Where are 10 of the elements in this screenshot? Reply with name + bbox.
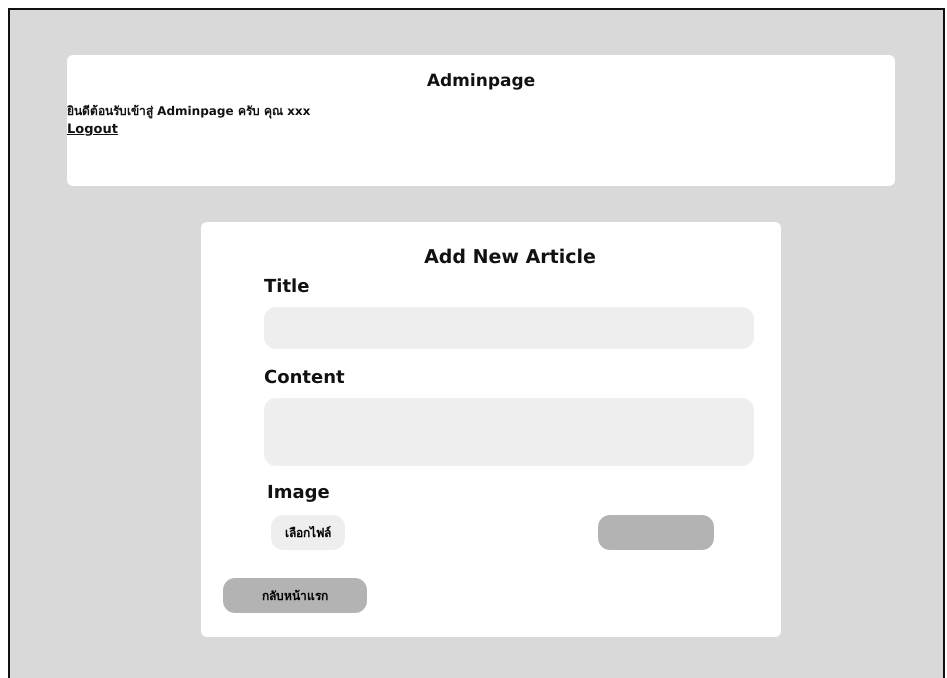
- blank-button[interactable]: [598, 515, 714, 550]
- welcome-text: ยินดีต้อนรับเข้าสู่ Adminpage ครับ คุณ xxx: [67, 103, 312, 120]
- choose-file-button[interactable]: เลือกไฟล์: [271, 515, 345, 550]
- field-label: Title: [264, 276, 310, 297]
- field-label: Content: [264, 367, 346, 388]
- field-label: Image: [267, 482, 331, 503]
- form-heading: Add New Article: [423, 246, 597, 268]
- logout-link[interactable]: Logout: [67, 122, 118, 137]
- back-button[interactable]: กลับหน้าแรก: [223, 578, 367, 613]
- page-title: Adminpage: [426, 71, 536, 91]
